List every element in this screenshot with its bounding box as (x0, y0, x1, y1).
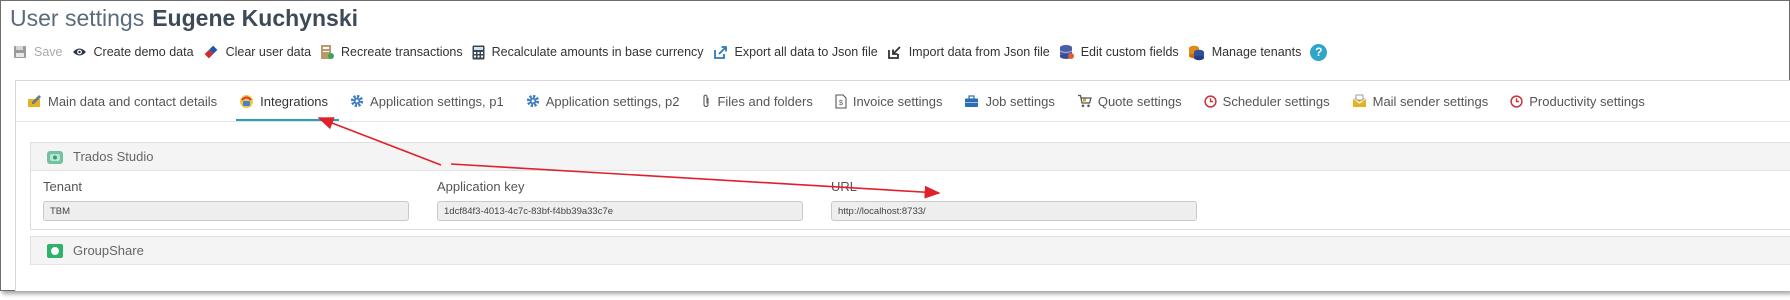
tab-label: Invoice settings (852, 93, 943, 109)
tab-label: Productivity settings (1529, 93, 1645, 109)
groupshare-logo-icon (47, 243, 63, 258)
tabs-underline (16, 121, 1790, 122)
tab-label: Application settings, p1 (370, 93, 504, 109)
gear-icon (350, 94, 364, 108)
clear-user-data-button[interactable]: Clear user data (203, 44, 311, 60)
clear-user-data-label: Clear user data (225, 45, 312, 59)
tab-app-settings-p1[interactable]: Application settings, p1 (339, 81, 515, 121)
save-button[interactable]: Save (13, 45, 63, 59)
settings-tabs-container: Main data and contact details Integratio… (15, 80, 1790, 291)
tab-scheduler-settings[interactable]: Scheduler settings (1193, 81, 1341, 121)
application-key-label: Application key (437, 179, 525, 194)
create-demo-data-label: Create demo data (93, 45, 194, 59)
page-title: User settings Eugene Kuchynski (10, 5, 358, 32)
cart-icon (1077, 94, 1092, 108)
toolbar: Save Create demo data Clear user data Re… (13, 42, 1328, 62)
trados-studio-title: Trados Studio (73, 149, 154, 164)
edit-custom-fields-label: Edit custom fields (1080, 45, 1179, 59)
clock-icon (1510, 94, 1523, 108)
help-icon[interactable]: ? (1310, 43, 1328, 61)
import-icon (887, 45, 901, 59)
tenants-stack-icon (1188, 45, 1204, 60)
eye-icon (72, 48, 86, 56)
tab-label: Scheduler settings (1222, 93, 1330, 109)
integrations-icon (240, 94, 254, 108)
edit-folder-icon (28, 95, 41, 107)
floppy-disk-icon (14, 46, 26, 58)
url-input[interactable] (831, 201, 1197, 221)
page-title-label: User settings (10, 5, 145, 31)
export-json-label: Export all data to Json file (734, 45, 878, 59)
paperclip-icon (703, 94, 710, 108)
export-json-button[interactable]: Export all data to Json file (713, 45, 878, 60)
url-label: URL (831, 179, 858, 194)
gear-icon (526, 94, 539, 108)
tab-invoice-settings[interactable]: $ Invoice settings (824, 81, 954, 121)
trados-studio-header: Trados Studio (31, 143, 1790, 171)
clock-icon (1204, 94, 1217, 108)
groupshare-panel: GroupShare (30, 236, 1790, 265)
trados-studio-panel: Trados Studio Tenant Application key URL (30, 142, 1790, 230)
ledger-icon (321, 45, 335, 59)
recreate-transactions-button[interactable]: Recreate transactions (320, 44, 463, 60)
tab-label: Job settings (985, 93, 1055, 109)
tab-quote-settings[interactable]: Quote settings (1066, 81, 1193, 121)
tab-job-settings[interactable]: Job settings (953, 81, 1065, 121)
recalculate-amounts-label: Recalculate amounts in base currency (491, 45, 704, 59)
tab-productivity-settings[interactable]: Productivity settings (1499, 81, 1656, 121)
manage-tenants-label: Manage tenants (1211, 45, 1302, 59)
trados-logo-icon (47, 150, 63, 164)
import-json-button[interactable]: Import data from Json file (887, 45, 1050, 60)
tab-label: Quote settings (1097, 93, 1182, 109)
recreate-transactions-label: Recreate transactions (341, 45, 463, 59)
invoice-icon: $ (835, 93, 847, 109)
eraser-icon (204, 45, 217, 59)
tab-label: Application settings, p2 (545, 93, 680, 109)
tab-mail-sender-settings[interactable]: Mail sender settings (1341, 81, 1500, 121)
create-demo-data-button[interactable]: Create demo data (72, 45, 194, 59)
tab-main-data[interactable]: Main data and contact details (16, 81, 228, 121)
tab-files-and-folders[interactable]: Files and folders (690, 81, 823, 121)
briefcase-icon (965, 94, 979, 107)
trados-studio-body: Tenant Application key URL (31, 171, 1790, 229)
tab-label: Mail sender settings (1372, 93, 1489, 109)
groupshare-title: GroupShare (73, 243, 144, 258)
page-title-user: Eugene Kuchynski (152, 5, 358, 31)
database-icon (1059, 45, 1074, 59)
settings-window: User settings Eugene Kuchynski Save Creat… (0, 0, 1790, 291)
calculator-icon (472, 45, 485, 59)
import-json-label: Import data from Json file (908, 45, 1050, 59)
groupshare-header: GroupShare (31, 237, 1790, 265)
mail-icon (1352, 94, 1366, 107)
tab-strip: Main data and contact details Integratio… (16, 81, 1656, 121)
tab-app-settings-p2[interactable]: Application settings, p2 (515, 81, 691, 121)
tab-label: Integrations (260, 93, 329, 109)
tab-integrations[interactable]: Integrations (228, 81, 339, 121)
recalculate-amounts-button[interactable]: Recalculate amounts in base currency (472, 45, 704, 60)
tenant-input[interactable] (43, 201, 409, 221)
manage-tenants-button[interactable]: Manage tenants (1188, 44, 1302, 61)
tab-label: Main data and contact details (48, 93, 218, 109)
edit-custom-fields-button[interactable]: Edit custom fields (1059, 44, 1179, 60)
tenant-label: Tenant (43, 179, 83, 194)
svg-text:$: $ (839, 100, 843, 107)
save-label: Save (34, 45, 63, 59)
tab-label: Files and folders (717, 93, 813, 109)
application-key-input[interactable] (437, 201, 803, 221)
export-icon (713, 45, 727, 59)
